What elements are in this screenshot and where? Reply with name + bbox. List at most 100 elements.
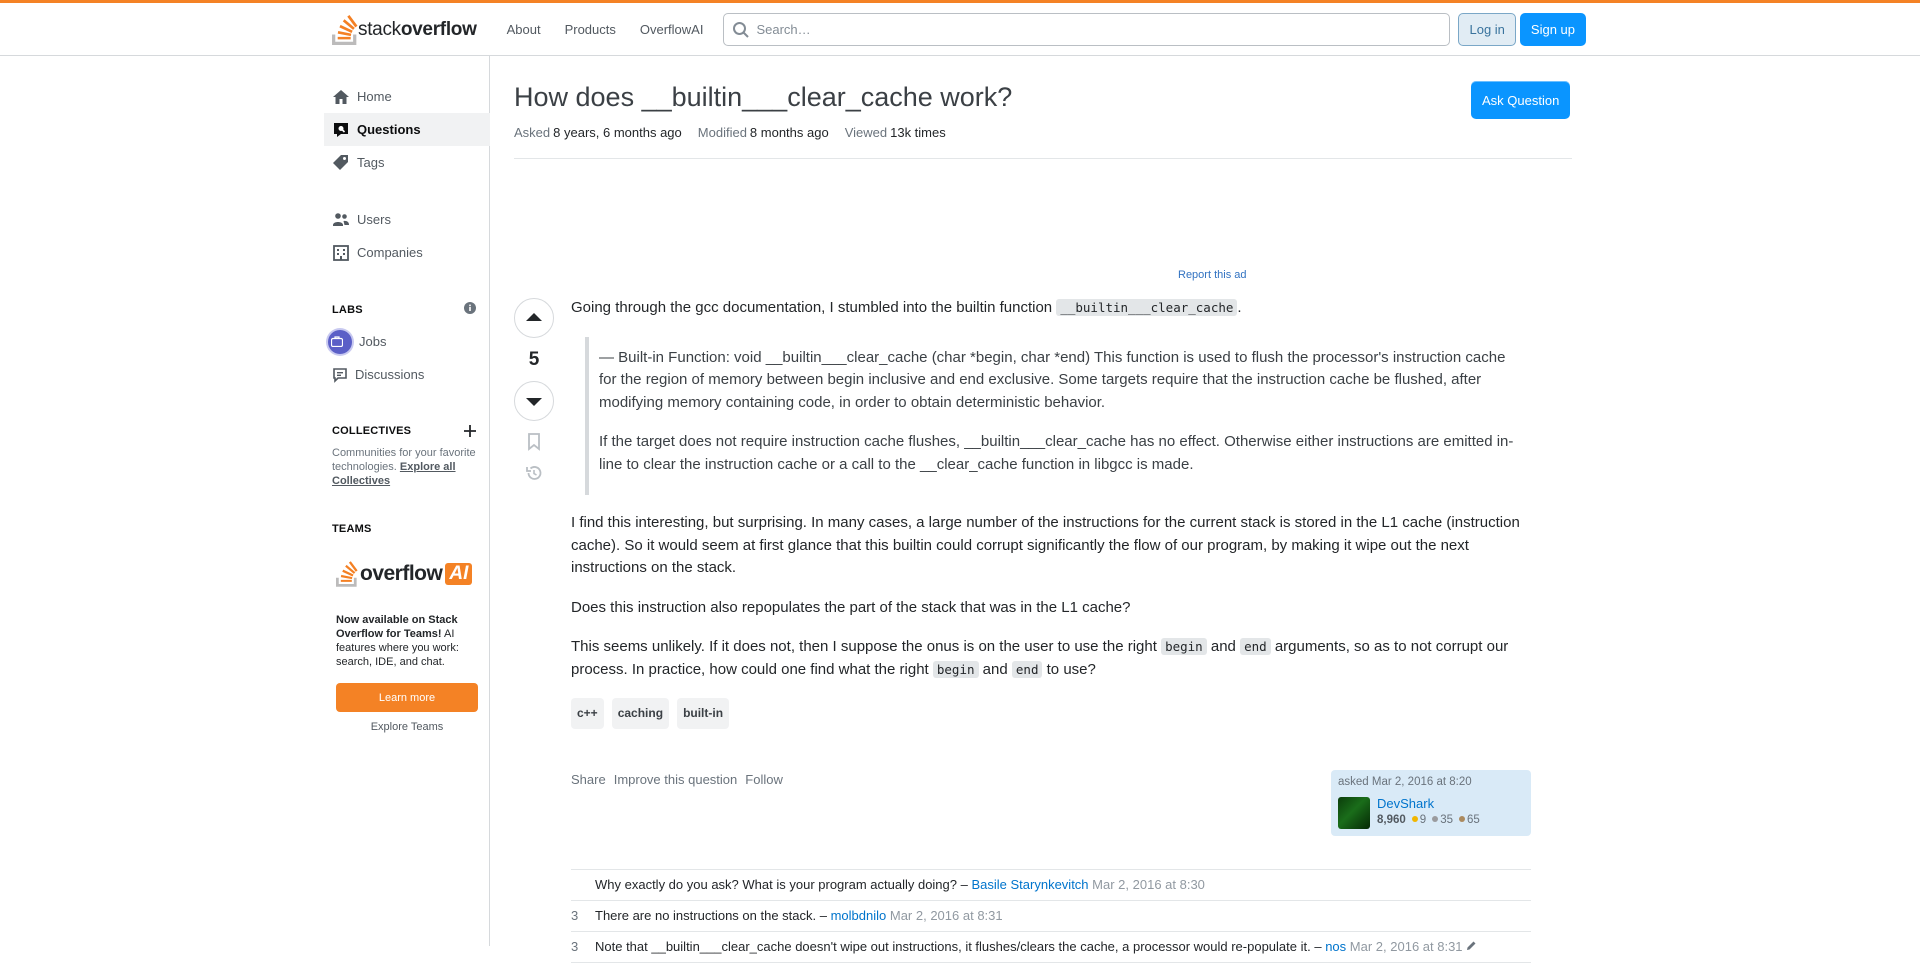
comment-date[interactable]: Mar 2, 2016 at 8:31 — [1350, 939, 1463, 954]
left-sidebar: Home Questions Tags Users Companies LABS… — [324, 56, 490, 946]
improve-question-link[interactable]: Improve this question — [614, 772, 738, 787]
explore-teams-link[interactable]: Explore Teams — [336, 721, 478, 733]
teams-promo: Now available on Stack Overflow for Team… — [336, 614, 459, 668]
arrow-up-icon — [526, 313, 542, 321]
sidebar-item-discussions[interactable]: Discussions — [324, 358, 490, 391]
questions-icon — [334, 122, 348, 137]
collectives-heading: COLLECTIVES — [332, 425, 412, 437]
site-logo[interactable]: stackoverflow — [324, 3, 485, 56]
documentation-quote: — Built-in Function: void __builtin___cl… — [585, 336, 1531, 495]
search-icon — [733, 21, 750, 38]
report-ad-link[interactable]: Report this ad — [1178, 269, 1246, 281]
discussions-icon — [333, 367, 347, 383]
collectives-description: Communities for your favorite technologi… — [332, 447, 476, 487]
post-paragraph: This seems unlikely. If it does not, the… — [571, 638, 1509, 678]
follow-link[interactable]: Follow — [745, 772, 783, 787]
comment-score: 3 — [571, 908, 579, 923]
share-link[interactable]: Share — [571, 772, 606, 787]
post-paragraph: I find this interesting, but surprising.… — [571, 514, 1520, 576]
sidebar-item-questions[interactable]: Questions — [324, 113, 490, 146]
sidebar-item-label: Tags — [357, 155, 385, 170]
asked-date: 8 years, 6 months ago — [553, 125, 682, 140]
sidebar-item-home[interactable]: Home — [324, 80, 490, 113]
sidebar-item-label: Companies — [357, 245, 423, 260]
bronze-badges: 65 — [1458, 814, 1480, 826]
comment-item: 3 There are no instructions on the stack… — [571, 901, 1531, 932]
asked-timestamp[interactable]: asked Mar 2, 2016 at 8:20 — [1338, 776, 1524, 788]
question-owner-card: asked Mar 2, 2016 at 8:20 DevShark 8,960… — [1331, 770, 1531, 836]
downvote-button[interactable] — [514, 381, 554, 421]
sidebar-item-label: Jobs — [359, 334, 387, 349]
user-name-link[interactable]: DevShark — [1377, 796, 1434, 811]
inline-code: __builtin___clear_cache — [1056, 299, 1238, 316]
tag-cpp[interactable]: c++ — [571, 698, 604, 729]
briefcase-icon — [328, 329, 352, 354]
login-button[interactable]: Log in — [1458, 13, 1516, 46]
comment-list: Why exactly do you ask? What is your pro… — [571, 869, 1531, 963]
learn-more-button[interactable]: Learn more — [336, 683, 478, 712]
tag-list: c++ caching built-in — [571, 698, 1531, 729]
top-bar: stackoverflow About Products OverflowAI … — [0, 0, 1920, 56]
nav-overflowai[interactable]: OverflowAI — [628, 16, 716, 43]
question-body: Going through the gcc documentation, I s… — [571, 297, 1531, 729]
question-meta: Asked 8 years, 6 months ago Modified 8 mon… — [514, 125, 946, 140]
tag-caching[interactable]: caching — [611, 698, 670, 729]
home-icon — [333, 89, 349, 104]
history-icon[interactable] — [525, 464, 543, 482]
search-box — [723, 13, 1451, 46]
labs-heading: LABS — [332, 304, 363, 316]
comment-date[interactable]: Mar 2, 2016 at 8:31 — [890, 908, 1003, 923]
ask-question-button[interactable]: Ask Question — [1471, 81, 1571, 119]
reputation-score: 8,960 — [1377, 814, 1406, 826]
comment-user-link[interactable]: Basile Starynkevitch — [971, 877, 1088, 892]
comment-item: 3 Note that __builtin___clear_cache does… — [571, 932, 1531, 963]
silver-badges: 35 — [1432, 814, 1453, 826]
post-paragraph: Does this instruction also repopulates t… — [571, 598, 1131, 616]
comment-text: Why exactly do you ask? What is your pro… — [595, 877, 958, 892]
companies-icon — [333, 244, 349, 261]
comment-user-link[interactable]: nos — [1325, 939, 1346, 954]
comment-date[interactable]: Mar 2, 2016 at 8:30 — [1092, 877, 1205, 892]
sidebar-item-users[interactable]: Users — [324, 203, 490, 236]
tag-built-in[interactable]: built-in — [677, 698, 730, 729]
sidebar-item-jobs[interactable]: Jobs — [324, 325, 490, 358]
title-divider — [514, 158, 1572, 159]
modified-date[interactable]: 8 months ago — [750, 125, 829, 140]
top-bar-inner: stackoverflow About Products OverflowAI … — [324, 3, 1586, 56]
comment-text: Note that __builtin___clear_cache doesn'… — [595, 939, 1311, 954]
teams-heading: TEAMS — [332, 523, 372, 535]
comment-user-link[interactable]: molbdnilo — [831, 908, 887, 923]
upvote-button[interactable] — [514, 298, 554, 338]
comment-score: 3 — [571, 939, 579, 954]
overflow-ai-logo: overflow AI — [336, 561, 473, 587]
nav-products[interactable]: Products — [553, 16, 628, 43]
bookmark-icon[interactable] — [526, 433, 542, 451]
comment-score — [571, 876, 595, 893]
search-input[interactable] — [756, 22, 1409, 37]
avatar[interactable] — [1338, 797, 1370, 829]
stack-logo-icon — [332, 14, 358, 45]
stack-logo-icon — [336, 561, 358, 587]
plus-icon[interactable] — [464, 425, 476, 437]
view-count: 13k times — [890, 125, 946, 140]
sidebar-item-companies[interactable]: Companies — [324, 236, 490, 269]
arrow-down-icon — [526, 398, 542, 406]
tag-icon — [333, 154, 348, 170]
sidebar-item-label: Questions — [357, 122, 421, 137]
comment-item: Why exactly do you ask? What is your pro… — [571, 870, 1531, 901]
comment-text: There are no instructions on the stack. — [595, 908, 817, 923]
question-title[interactable]: How does __builtin___clear_cache work? — [514, 82, 1012, 113]
sidebar-item-label: Home — [357, 89, 392, 104]
vote-count: 5 — [528, 349, 540, 370]
sidebar-item-label: Users — [357, 212, 391, 227]
sidebar-item-label: Discussions — [355, 367, 425, 382]
nav-about[interactable]: About — [495, 16, 553, 43]
info-icon[interactable] — [464, 302, 476, 314]
gold-badges: 9 — [1411, 814, 1426, 826]
post-actions: Share Improve this question Follow — [571, 772, 783, 787]
sidebar-item-tags[interactable]: Tags — [324, 146, 490, 179]
logo-text: stackoverflow — [358, 18, 477, 40]
users-icon — [333, 212, 349, 226]
signup-button[interactable]: Sign up — [1519, 13, 1586, 46]
post-paragraph: Going through the gcc documentation, I s… — [571, 299, 1242, 316]
